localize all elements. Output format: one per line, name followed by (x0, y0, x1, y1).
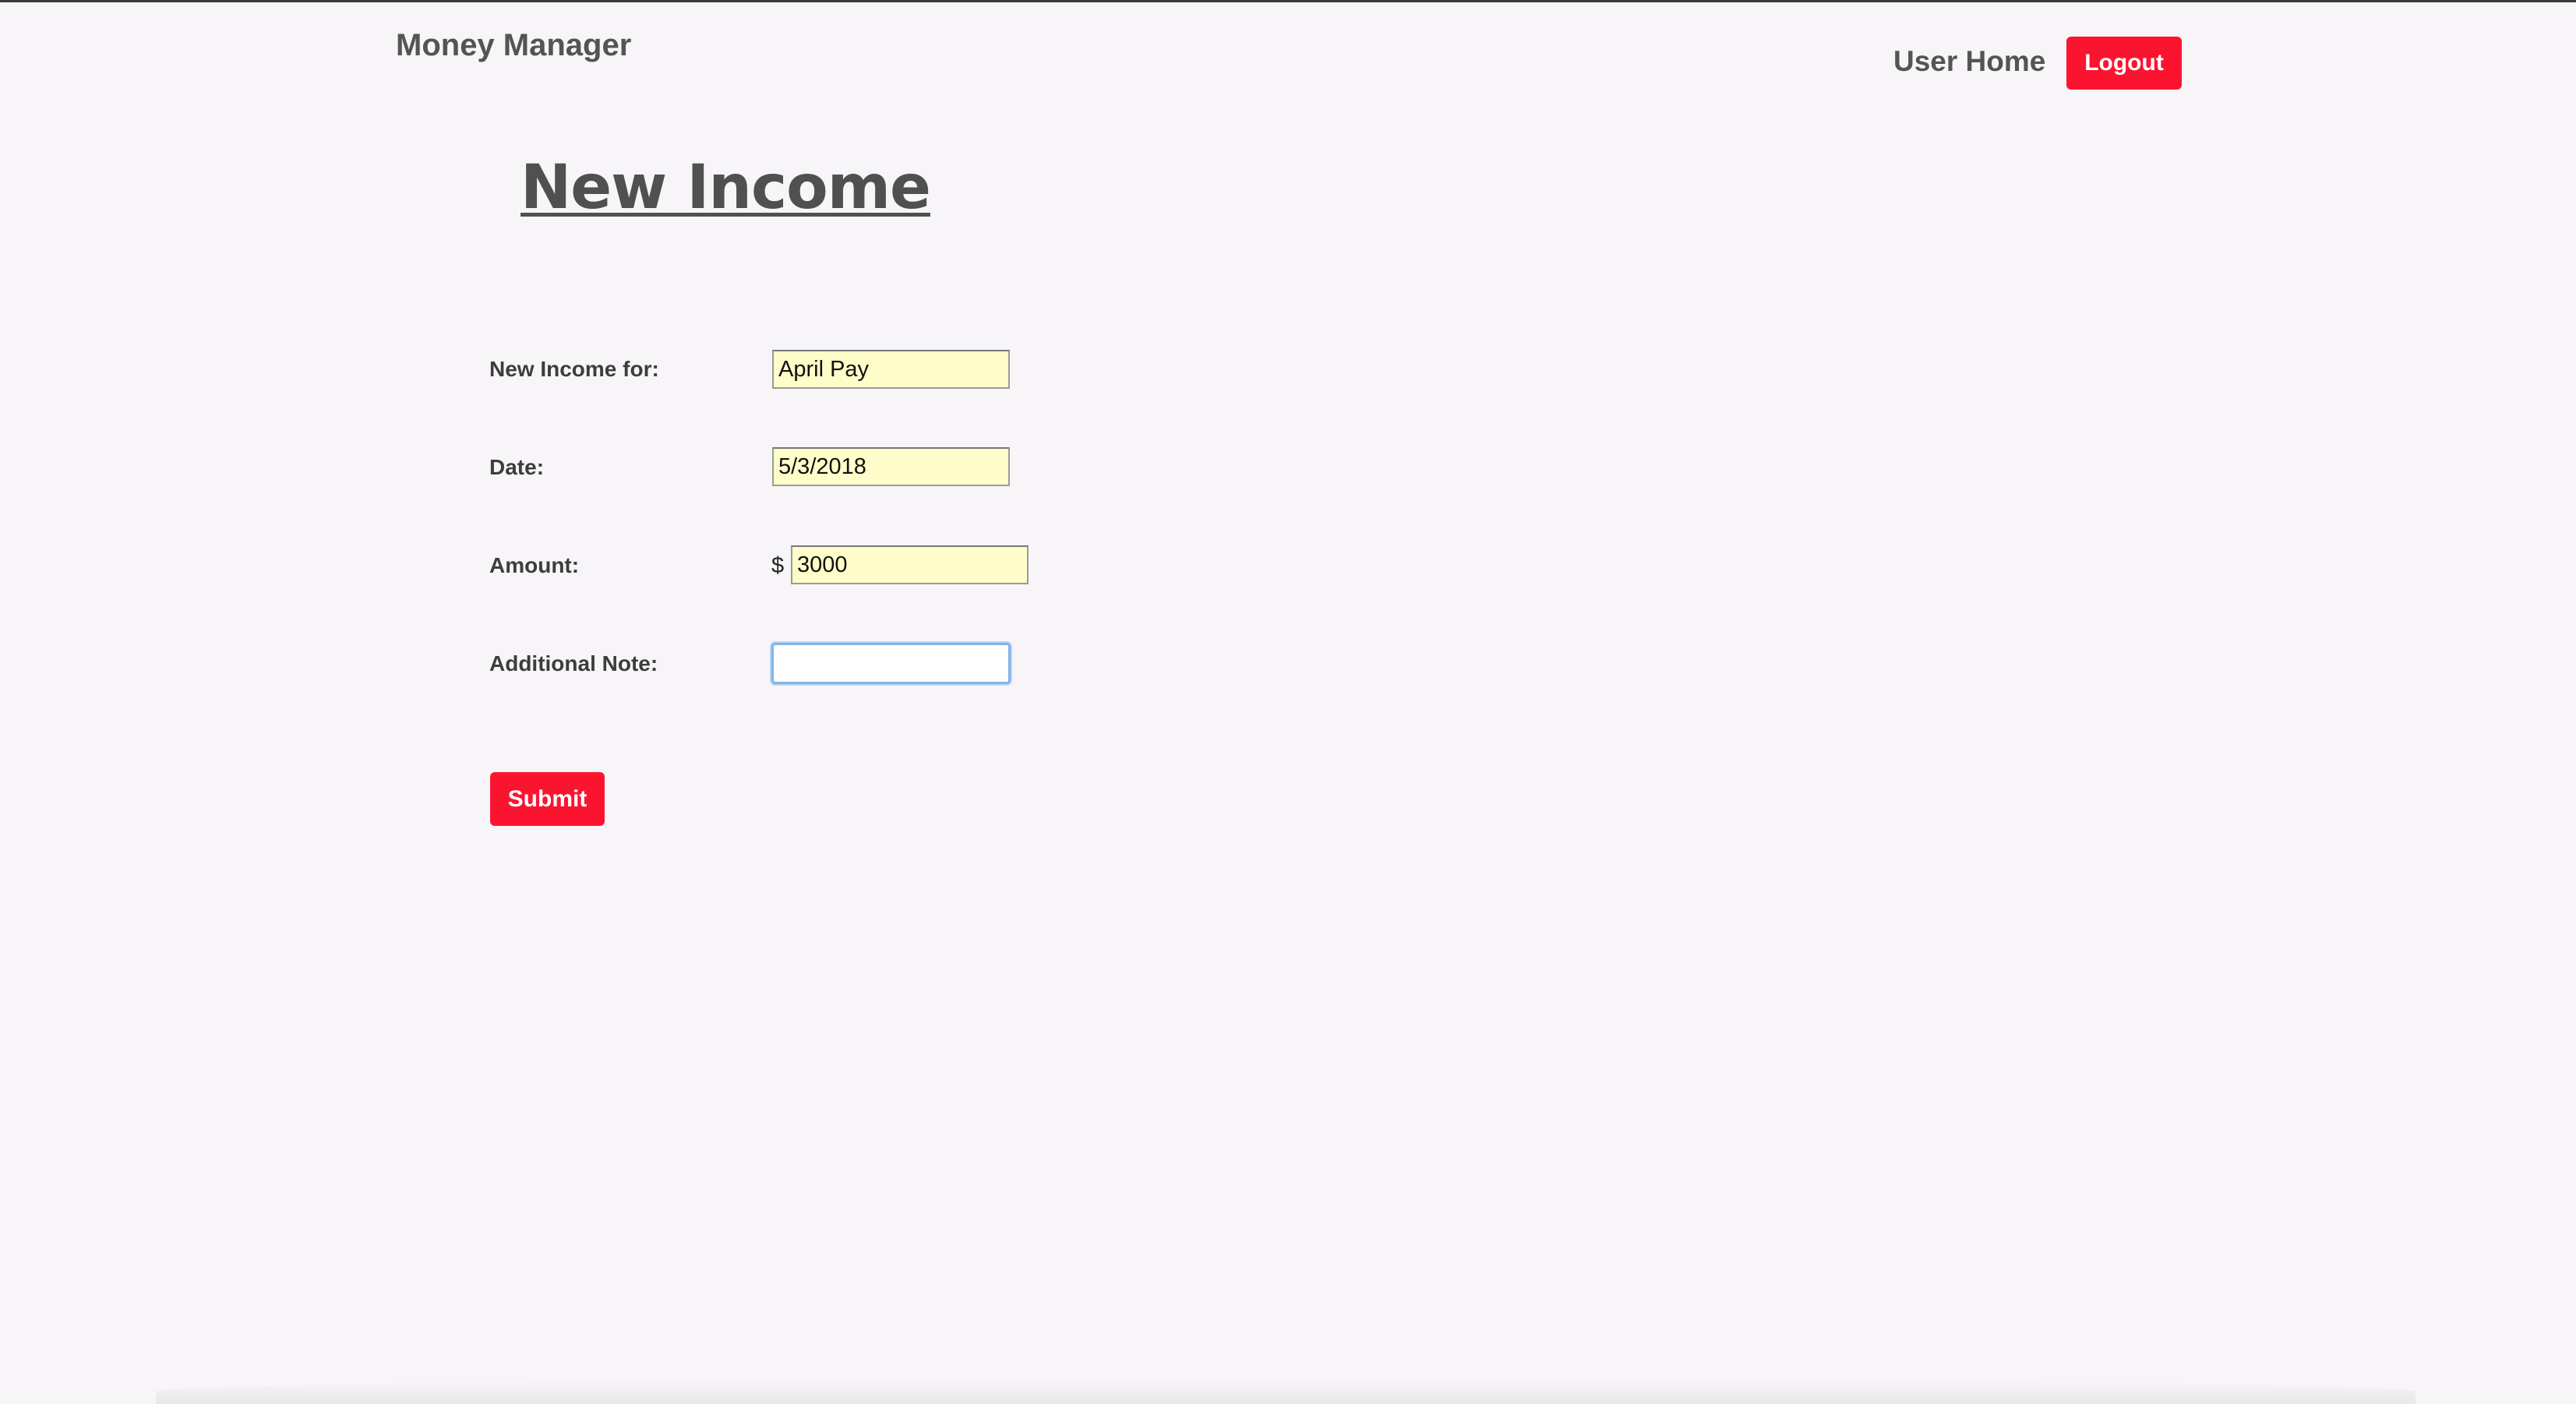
additional-note-label: Additional Note: (489, 651, 658, 676)
additional-note-input[interactable] (771, 643, 1011, 684)
brand-link[interactable]: Money Manager (396, 28, 631, 63)
bottom-shadow (156, 1379, 2415, 1404)
amount-label: Amount: (489, 553, 580, 577)
date-label: Date: (489, 455, 545, 479)
window-top-border (0, 0, 2576, 2)
currency-symbol: $ (771, 553, 785, 578)
logout-button[interactable]: Logout (2066, 37, 2182, 90)
income-for-input[interactable] (772, 350, 1010, 389)
page-title: New Income (520, 153, 931, 223)
date-input[interactable] (772, 447, 1010, 486)
amount-input[interactable] (791, 545, 1029, 584)
income-for-label: New Income for: (489, 357, 659, 381)
nav-user-home-link[interactable]: User Home (1893, 45, 2045, 78)
submit-button[interactable]: Submit (490, 772, 605, 826)
